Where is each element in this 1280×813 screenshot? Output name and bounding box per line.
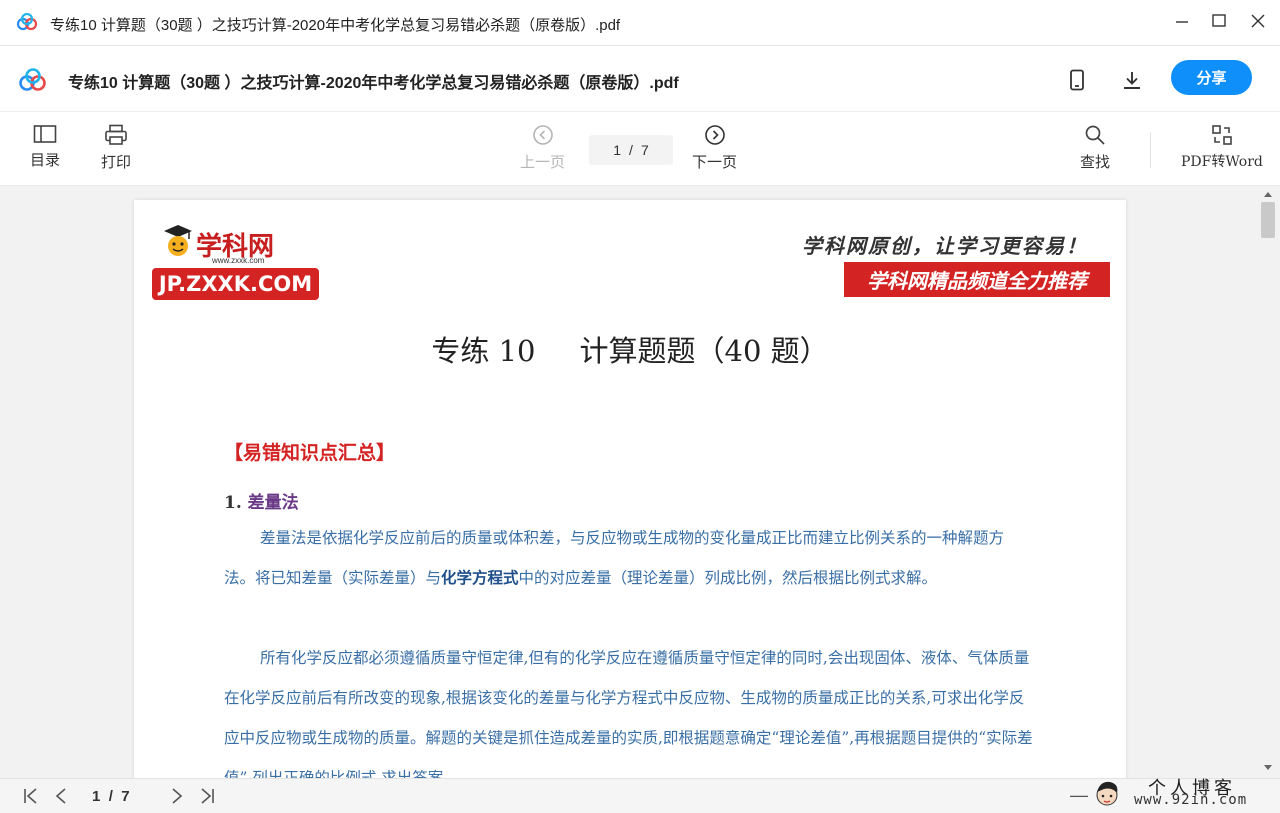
- brand-domain-banner: JP.ZXXK.COM: [152, 268, 319, 300]
- close-button[interactable]: [1240, 6, 1276, 36]
- subsection-name: 差量法: [247, 493, 299, 513]
- last-page-icon[interactable]: [198, 787, 216, 805]
- prev-page-label: 上一页: [520, 154, 566, 171]
- window-titlebar: 专练10 计算题（30题 ）之技巧计算-2020年中考化学总复习易错必杀题（原卷…: [0, 0, 1280, 46]
- paragraph-1: 差量法是依据化学反应前后的质量或体积差，与反应物或生成物的变化量成正比而建立比例…: [224, 518, 1034, 598]
- maximize-button[interactable]: [1201, 6, 1237, 36]
- zoom-out-button[interactable]: —: [1070, 785, 1088, 806]
- toolbar-divider: [1150, 132, 1151, 168]
- prev-page-icon[interactable]: [54, 787, 68, 805]
- next-page-icon[interactable]: [170, 787, 184, 805]
- paragraph-2: 所有化学反应都必须遵循质量守恒定律,但有的化学反应在遵循质量守恒定律的同时,会出…: [224, 649, 1033, 778]
- next-page-button[interactable]: 下一页: [692, 124, 737, 172]
- app-logo-icon: [19, 68, 46, 91]
- page-separator: /: [629, 142, 633, 158]
- brand-slogan: 学科网原创，让学习更容易！: [802, 234, 1088, 258]
- arrow-left-circle-icon: [532, 125, 553, 145]
- document-title: 专练10 计算题（30题 ）之技巧计算-2020年中考化学总复习易错必杀题（原卷…: [68, 75, 679, 92]
- site-watermark: 个人博客 www.92in.com: [1090, 778, 1280, 813]
- mobile-view-button[interactable]: [1063, 66, 1091, 94]
- bottom-total-pages: 7: [121, 788, 130, 805]
- first-page-icon[interactable]: [22, 787, 40, 805]
- print-button[interactable]: 打印: [101, 124, 131, 172]
- bottom-current-page: 1: [92, 788, 101, 805]
- total-pages: 7: [640, 142, 649, 158]
- next-page-label: 下一页: [692, 154, 738, 171]
- current-page: 1: [613, 142, 622, 158]
- pdf-to-word-label: PDF转Word: [1181, 154, 1263, 170]
- avatar-icon: [1096, 781, 1118, 806]
- bottom-page-separator: /: [108, 788, 113, 805]
- document-header: 专练10 计算题（30题 ）之技巧计算-2020年中考化学总复习易错必杀题（原卷…: [0, 46, 1280, 112]
- window-title: 专练10 计算题（30题 ）之技巧计算-2020年中考化学总复习易错必杀题（原卷…: [50, 17, 621, 34]
- bottom-page-indicator[interactable]: 1 / 7: [92, 788, 130, 805]
- section-title: 【易错知识点汇总】: [224, 442, 396, 464]
- recommend-banner: 学科网精品频道全力推荐: [844, 262, 1110, 297]
- vertical-scrollbar[interactable]: [1258, 186, 1280, 778]
- heading-left: 专练 10: [431, 334, 536, 368]
- minimize-button[interactable]: [1164, 6, 1200, 36]
- heading-right: 计算题题（40 题）: [579, 334, 829, 368]
- scroll-down-icon[interactable]: [1263, 764, 1273, 772]
- maximize-icon: [1212, 14, 1226, 27]
- minimize-icon: [1176, 21, 1188, 23]
- paragraph-1-bold: 化学方程式: [441, 568, 519, 587]
- toc-button[interactable]: 目录: [30, 124, 60, 170]
- share-button[interactable]: 分享: [1171, 60, 1252, 95]
- search-icon: [1085, 125, 1105, 145]
- toc-label: 目录: [30, 152, 61, 169]
- phone-icon: [1070, 69, 1084, 91]
- scrollbar-thumb[interactable]: [1261, 202, 1275, 238]
- printer-icon: [105, 124, 127, 145]
- graduate-mascot-icon: [164, 225, 192, 256]
- arrow-right-circle-icon: [704, 125, 725, 145]
- close-icon: [1251, 14, 1265, 28]
- find-button[interactable]: 查找: [1080, 124, 1110, 172]
- app-logo-icon: [16, 13, 38, 31]
- paragraph-1-part-b: 中的对应差量（理论差量）列成比例，然后根据比例式求解。: [518, 569, 938, 587]
- find-label: 查找: [1080, 154, 1111, 171]
- prev-page-button[interactable]: 上一页: [520, 124, 565, 172]
- print-label: 打印: [101, 154, 132, 171]
- download-icon: [1124, 72, 1140, 89]
- pdf-page: 学科网 www.zxxk.com JP.ZXXK.COM 学科网原创，让学习更容…: [134, 200, 1126, 778]
- document-viewer[interactable]: 学科网 www.zxxk.com JP.ZXXK.COM 学科网原创，让学习更容…: [0, 186, 1280, 778]
- bottom-page-bar: 1 / 7 —: [0, 778, 1280, 813]
- viewer-toolbar: 目录 打印 上一页 1 / 7 下一页 查找 PDF转Word: [0, 112, 1280, 186]
- brand-www: www.zxxk.com: [212, 256, 265, 265]
- sidebar-icon: [33, 125, 57, 143]
- subsection-title: 1. 差量法: [224, 488, 299, 513]
- page-indicator[interactable]: 1 / 7: [589, 135, 673, 165]
- subsection-number: 1.: [224, 493, 242, 513]
- pdf-to-word-button[interactable]: PDF转Word: [1181, 124, 1263, 171]
- page-heading: 专练 10 计算题题（40 题）: [134, 328, 1126, 370]
- scroll-up-icon[interactable]: [1263, 190, 1273, 198]
- watermark-url: www.92in.com: [1134, 792, 1248, 808]
- convert-icon: [1212, 125, 1232, 145]
- download-button[interactable]: [1118, 66, 1146, 94]
